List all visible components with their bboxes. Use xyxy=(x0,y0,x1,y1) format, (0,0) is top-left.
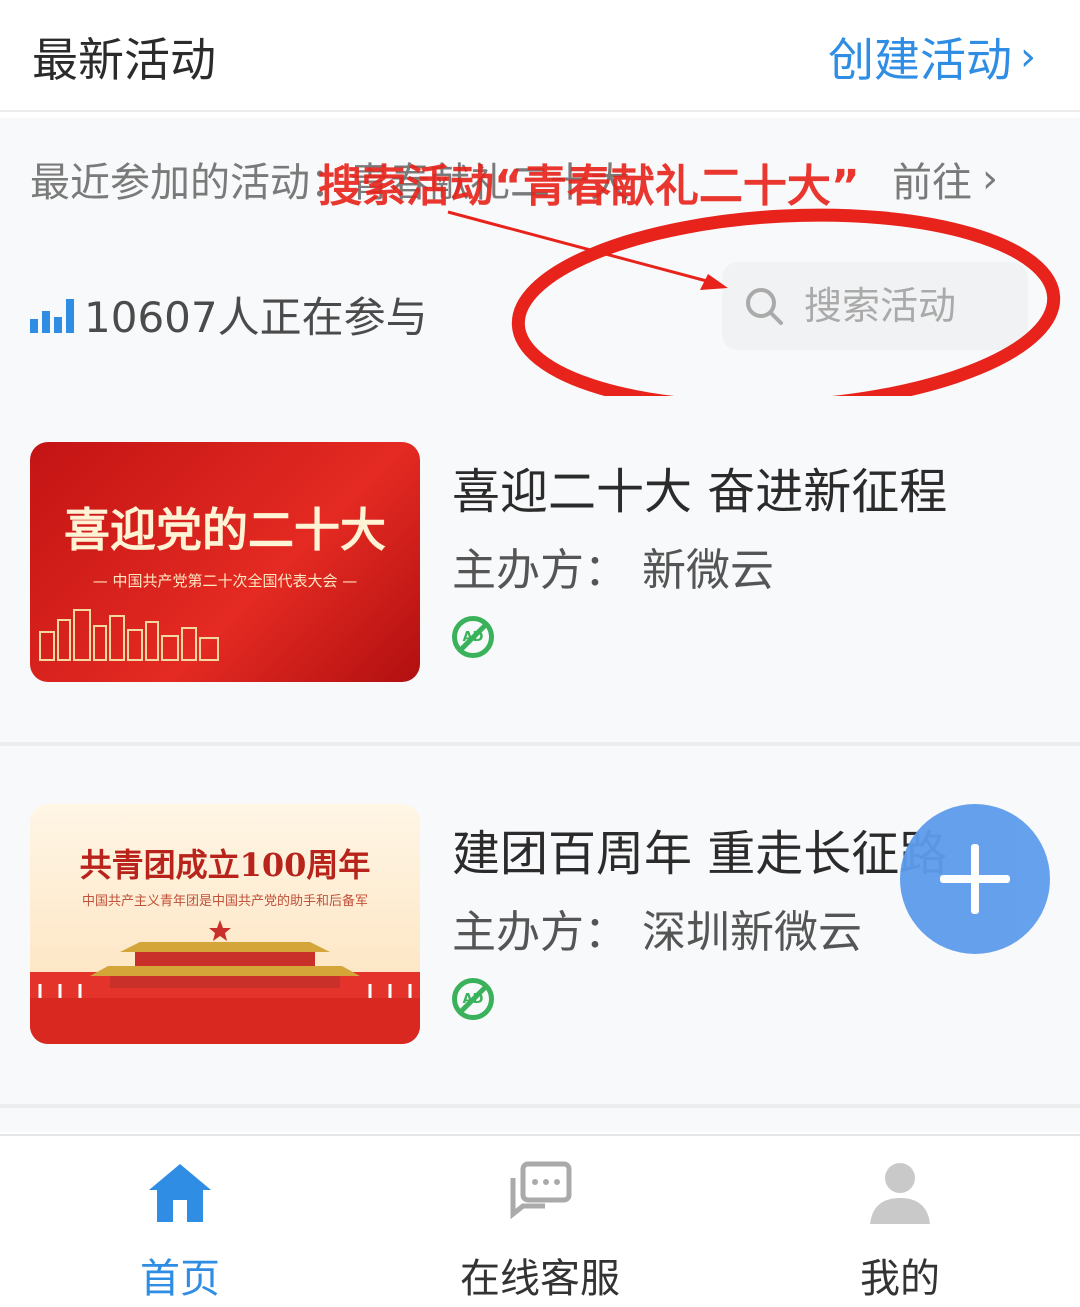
chevron-right-icon: › xyxy=(1020,34,1036,80)
activity-card[interactable]: 共青团成立100周年 中国共产主义青年团是中国共产党的助手和后备军 建团百周年 … xyxy=(0,772,1080,1102)
city-skyline-icon xyxy=(39,609,219,661)
go-link[interactable]: 前往 › xyxy=(892,150,998,208)
bottom-tab-bar: 首页 在线客服 我的 xyxy=(0,1134,1080,1307)
activity-host: 主办方： 新微云 xyxy=(452,545,774,596)
annotation-text: 搜索活动“青春献礼二十大” xyxy=(318,161,860,212)
create-activity-link[interactable]: 创建活动 › xyxy=(828,24,1036,90)
divider xyxy=(0,1104,1080,1108)
divider xyxy=(0,742,1080,746)
tab-customer-service[interactable]: 在线客服 xyxy=(360,1136,720,1307)
tab-label: 在线客服 xyxy=(460,1256,620,1302)
thumbnail-title: 喜迎党的二十大 xyxy=(64,503,386,557)
tiananmen-icon xyxy=(30,920,420,1044)
page-title: 最新活动 xyxy=(32,33,216,87)
search-box[interactable] xyxy=(722,262,1028,350)
thumbnail-title: 共青团成立100周年 xyxy=(79,846,371,884)
search-input[interactable] xyxy=(802,283,1006,329)
tab-home[interactable]: 首页 xyxy=(0,1136,360,1307)
chevron-right-icon: › xyxy=(982,156,998,202)
activity-title: 喜迎二十大 奋进新征程 xyxy=(452,464,948,520)
activity-title: 建团百周年 重走长征路 xyxy=(452,826,948,882)
participant-count-text: 10607人正在参与 xyxy=(84,293,428,342)
add-activity-button[interactable] xyxy=(900,804,1050,954)
activity-thumbnail: 共青团成立100周年 中国共产主义青年团是中国共产党的助手和后备军 xyxy=(30,804,420,1044)
no-ad-icon: AD xyxy=(452,978,494,1020)
activity-thumbnail: 喜迎党的二十大 — 中国共产党第二十次全国代表大会 — xyxy=(30,442,420,682)
top-header: 最新活动 创建活动 › xyxy=(0,0,1080,112)
thumbnail-subtitle: 中国共产主义青年团是中国共产党的助手和后备军 xyxy=(81,894,368,909)
bar-chart-icon xyxy=(30,297,74,333)
participant-count: 10607人正在参与 xyxy=(30,284,428,345)
activity-host: 主办方： 深圳新微云 xyxy=(452,907,862,958)
search-icon xyxy=(746,288,783,325)
go-label: 前往 xyxy=(892,160,972,206)
user-icon xyxy=(870,1163,930,1224)
home-icon xyxy=(149,1164,211,1222)
activity-card[interactable]: 喜迎党的二十大 — 中国共产党第二十次全国代表大会 — 喜迎二十大 奋进新征程 … xyxy=(0,410,1080,740)
thumbnail-subtitle: — 中国共产党第二十次全国代表大会 — xyxy=(92,572,358,590)
chat-icon xyxy=(510,1161,572,1220)
no-ad-icon: AD xyxy=(452,616,494,658)
create-activity-label: 创建活动 xyxy=(828,33,1012,87)
tab-label: 我的 xyxy=(860,1256,940,1302)
tab-label: 首页 xyxy=(140,1256,220,1302)
tab-mine[interactable]: 我的 xyxy=(720,1136,1080,1307)
